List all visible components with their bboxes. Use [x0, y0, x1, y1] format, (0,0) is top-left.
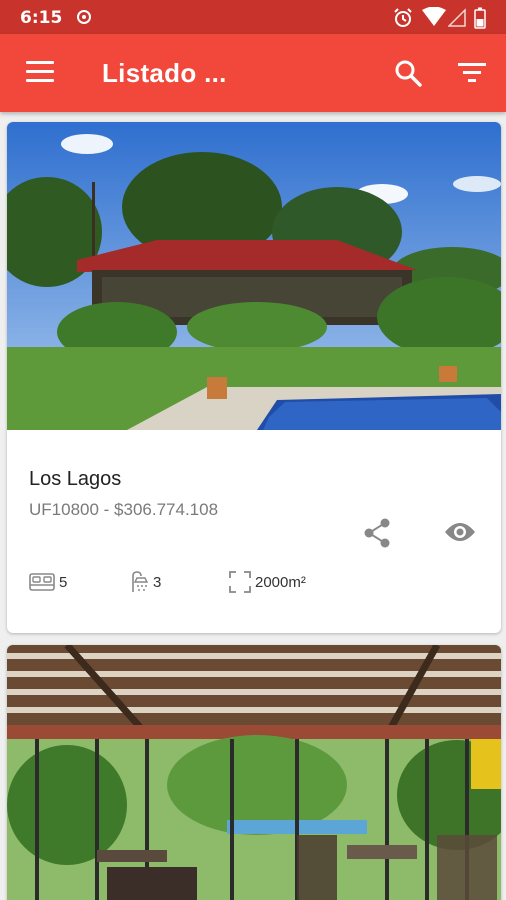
share-icon[interactable] [363, 518, 391, 548]
area-icon [229, 571, 251, 593]
menu-icon[interactable] [26, 61, 54, 83]
area-value: 2000m² [255, 573, 306, 591]
area-feature: 2000m² [229, 570, 306, 594]
listing-price: UF10800 - $306.774.108 [29, 500, 219, 519]
battery-icon [474, 7, 486, 29]
shower-icon [132, 571, 149, 592]
bed-icon [29, 573, 55, 591]
bathrooms-feature: 3 [127, 570, 161, 594]
listing-card[interactable]: Los Lagos UF10800 - $306.774.108 5 3 200… [7, 122, 501, 633]
eye-icon[interactable] [444, 520, 476, 544]
app-bar: Listado ... [0, 34, 506, 112]
listing-photo[interactable] [7, 645, 501, 900]
listing-photo[interactable] [7, 122, 501, 430]
alarm-icon [394, 8, 412, 27]
bedrooms-feature: 5 [29, 570, 67, 594]
listing-card[interactable] [7, 645, 501, 900]
bedrooms-count: 5 [59, 573, 68, 591]
status-bar: 6:15 [0, 0, 506, 34]
filter-icon[interactable] [458, 61, 486, 85]
record-icon [77, 10, 91, 24]
signal-icon [448, 8, 466, 27]
listing-name: Los Lagos [29, 468, 122, 490]
wifi-icon [422, 7, 446, 26]
search-icon[interactable] [394, 59, 422, 87]
status-time: 6:15 [20, 8, 63, 28]
bathrooms-count: 3 [153, 573, 162, 591]
page-title: Listado ... [102, 58, 227, 88]
